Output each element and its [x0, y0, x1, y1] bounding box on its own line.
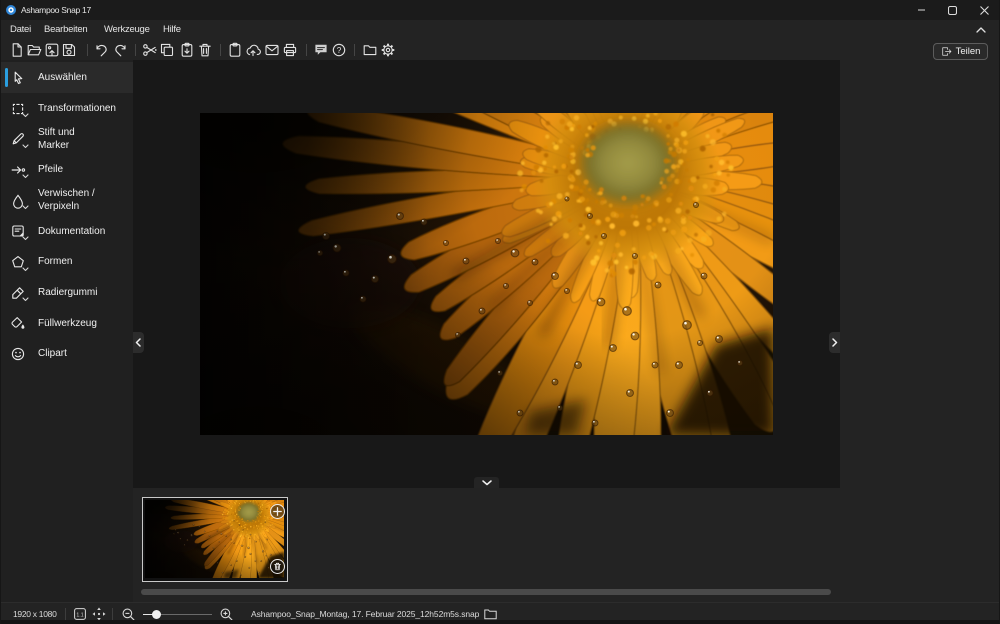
- svg-text:1.1: 1.1: [76, 612, 83, 618]
- svg-text:?: ?: [337, 46, 342, 55]
